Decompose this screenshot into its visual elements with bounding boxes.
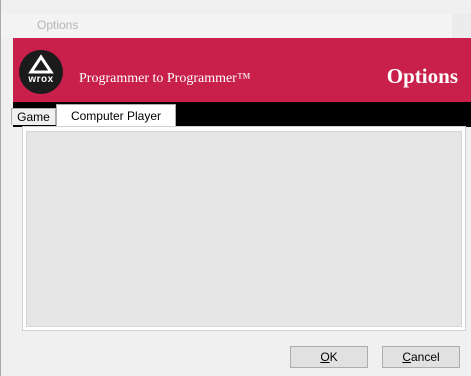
- tab-panel: [22, 126, 466, 331]
- logo-triangle-icon: [28, 54, 54, 74]
- system-button[interactable]: [452, 14, 471, 38]
- wrox-logo: wrox: [19, 50, 63, 94]
- banner-heading: Options: [386, 64, 458, 88]
- header-banner: wrox Programmer to Programmer™ Options: [13, 38, 471, 102]
- options-window: Options wrox Programmer to Programmer™ O…: [0, 0, 471, 376]
- cancel-mnemonic: C: [402, 350, 411, 364]
- logo-text: wrox: [28, 74, 54, 85]
- cancel-label-rest: ancel: [410, 350, 440, 364]
- ok-mnemonic: O: [320, 350, 330, 364]
- banner-tagline: Programmer to Programmer™: [79, 71, 251, 86]
- tab-game[interactable]: Game: [11, 108, 56, 125]
- window-title: Options: [37, 18, 79, 32]
- ok-button[interactable]: OK: [290, 346, 368, 368]
- cancel-button[interactable]: Cancel: [382, 346, 460, 368]
- ok-label-rest: K: [329, 350, 338, 364]
- title-bar[interactable]: Options: [1, 14, 471, 38]
- computer-player-panel: [26, 131, 462, 327]
- tab-computer-player[interactable]: Computer Player: [56, 104, 176, 126]
